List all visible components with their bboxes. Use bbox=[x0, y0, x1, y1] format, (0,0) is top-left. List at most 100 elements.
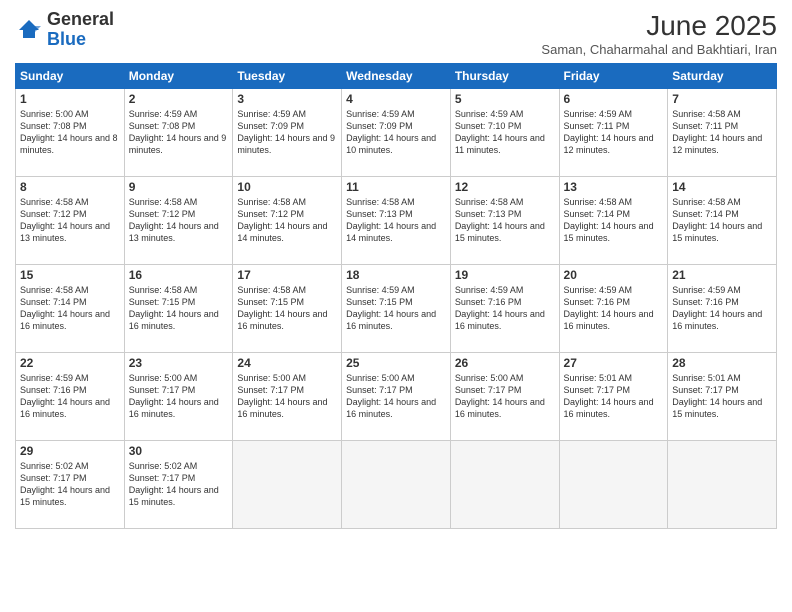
day-number: 5 bbox=[455, 92, 555, 106]
cell-info: Sunrise: 5:00 AMSunset: 7:17 PMDaylight:… bbox=[129, 372, 229, 421]
calendar-cell: 10 Sunrise: 4:58 AMSunset: 7:12 PMDaylig… bbox=[233, 177, 342, 265]
cell-info: Sunrise: 4:58 AMSunset: 7:11 PMDaylight:… bbox=[672, 108, 772, 157]
calendar-cell: 20 Sunrise: 4:59 AMSunset: 7:16 PMDaylig… bbox=[559, 265, 668, 353]
calendar-cell bbox=[233, 441, 342, 529]
calendar-cell: 14 Sunrise: 4:58 AMSunset: 7:14 PMDaylig… bbox=[668, 177, 777, 265]
cell-info: Sunrise: 4:58 AMSunset: 7:12 PMDaylight:… bbox=[20, 196, 120, 245]
day-number: 11 bbox=[346, 180, 446, 194]
day-number: 3 bbox=[237, 92, 337, 106]
cell-info: Sunrise: 4:58 AMSunset: 7:14 PMDaylight:… bbox=[672, 196, 772, 245]
day-number: 13 bbox=[564, 180, 664, 194]
day-number: 25 bbox=[346, 356, 446, 370]
calendar-cell: 3 Sunrise: 4:59 AMSunset: 7:09 PMDayligh… bbox=[233, 89, 342, 177]
calendar-cell: 12 Sunrise: 4:58 AMSunset: 7:13 PMDaylig… bbox=[450, 177, 559, 265]
day-number: 6 bbox=[564, 92, 664, 106]
calendar-cell bbox=[559, 441, 668, 529]
cell-info: Sunrise: 4:58 AMSunset: 7:15 PMDaylight:… bbox=[129, 284, 229, 333]
header: General Blue June 2025 Saman, Chaharmaha… bbox=[15, 10, 777, 57]
calendar-cell: 17 Sunrise: 4:58 AMSunset: 7:15 PMDaylig… bbox=[233, 265, 342, 353]
cell-info: Sunrise: 4:58 AMSunset: 7:14 PMDaylight:… bbox=[564, 196, 664, 245]
calendar-cell: 5 Sunrise: 4:59 AMSunset: 7:10 PMDayligh… bbox=[450, 89, 559, 177]
cell-info: Sunrise: 4:59 AMSunset: 7:10 PMDaylight:… bbox=[455, 108, 555, 157]
cell-info: Sunrise: 5:00 AMSunset: 7:17 PMDaylight:… bbox=[455, 372, 555, 421]
calendar-cell: 4 Sunrise: 4:59 AMSunset: 7:09 PMDayligh… bbox=[342, 89, 451, 177]
calendar-cell: 30 Sunrise: 5:02 AMSunset: 7:17 PMDaylig… bbox=[124, 441, 233, 529]
day-number: 22 bbox=[20, 356, 120, 370]
cell-info: Sunrise: 4:59 AMSunset: 7:16 PMDaylight:… bbox=[564, 284, 664, 333]
day-number: 10 bbox=[237, 180, 337, 194]
day-number: 20 bbox=[564, 268, 664, 282]
calendar-cell: 16 Sunrise: 4:58 AMSunset: 7:15 PMDaylig… bbox=[124, 265, 233, 353]
col-wednesday: Wednesday bbox=[342, 64, 451, 89]
col-friday: Friday bbox=[559, 64, 668, 89]
calendar-cell: 18 Sunrise: 4:59 AMSunset: 7:15 PMDaylig… bbox=[342, 265, 451, 353]
calendar-cell: 15 Sunrise: 4:58 AMSunset: 7:14 PMDaylig… bbox=[16, 265, 125, 353]
cell-info: Sunrise: 4:58 AMSunset: 7:14 PMDaylight:… bbox=[20, 284, 120, 333]
logo-icon bbox=[15, 16, 43, 44]
cell-info: Sunrise: 5:02 AMSunset: 7:17 PMDaylight:… bbox=[129, 460, 229, 509]
cell-info: Sunrise: 4:59 AMSunset: 7:09 PMDaylight:… bbox=[346, 108, 446, 157]
cell-info: Sunrise: 5:02 AMSunset: 7:17 PMDaylight:… bbox=[20, 460, 120, 509]
day-number: 2 bbox=[129, 92, 229, 106]
calendar-cell: 28 Sunrise: 5:01 AMSunset: 7:17 PMDaylig… bbox=[668, 353, 777, 441]
cell-info: Sunrise: 5:00 AMSunset: 7:17 PMDaylight:… bbox=[346, 372, 446, 421]
location: Saman, Chaharmahal and Bakhtiari, Iran bbox=[541, 42, 777, 57]
cell-info: Sunrise: 5:00 AMSunset: 7:08 PMDaylight:… bbox=[20, 108, 120, 157]
cell-info: Sunrise: 4:59 AMSunset: 7:16 PMDaylight:… bbox=[455, 284, 555, 333]
calendar-cell: 25 Sunrise: 5:00 AMSunset: 7:17 PMDaylig… bbox=[342, 353, 451, 441]
day-number: 18 bbox=[346, 268, 446, 282]
day-number: 15 bbox=[20, 268, 120, 282]
col-saturday: Saturday bbox=[668, 64, 777, 89]
day-number: 1 bbox=[20, 92, 120, 106]
col-thursday: Thursday bbox=[450, 64, 559, 89]
calendar-cell: 21 Sunrise: 4:59 AMSunset: 7:16 PMDaylig… bbox=[668, 265, 777, 353]
cell-info: Sunrise: 4:58 AMSunset: 7:13 PMDaylight:… bbox=[346, 196, 446, 245]
cell-info: Sunrise: 4:58 AMSunset: 7:13 PMDaylight:… bbox=[455, 196, 555, 245]
calendar-table: Sunday Monday Tuesday Wednesday Thursday… bbox=[15, 63, 777, 529]
month-year: June 2025 bbox=[541, 10, 777, 42]
day-number: 9 bbox=[129, 180, 229, 194]
day-number: 14 bbox=[672, 180, 772, 194]
logo-general-text: General bbox=[47, 9, 114, 29]
cell-info: Sunrise: 4:58 AMSunset: 7:12 PMDaylight:… bbox=[237, 196, 337, 245]
day-number: 7 bbox=[672, 92, 772, 106]
day-number: 26 bbox=[455, 356, 555, 370]
cell-info: Sunrise: 4:59 AMSunset: 7:09 PMDaylight:… bbox=[237, 108, 337, 157]
day-number: 16 bbox=[129, 268, 229, 282]
calendar-cell: 8 Sunrise: 4:58 AMSunset: 7:12 PMDayligh… bbox=[16, 177, 125, 265]
day-number: 4 bbox=[346, 92, 446, 106]
day-number: 21 bbox=[672, 268, 772, 282]
logo-blue-text: Blue bbox=[47, 29, 86, 49]
calendar-cell: 6 Sunrise: 4:59 AMSunset: 7:11 PMDayligh… bbox=[559, 89, 668, 177]
title-block: June 2025 Saman, Chaharmahal and Bakhtia… bbox=[541, 10, 777, 57]
calendar-week-5: 29 Sunrise: 5:02 AMSunset: 7:17 PMDaylig… bbox=[16, 441, 777, 529]
calendar-cell: 11 Sunrise: 4:58 AMSunset: 7:13 PMDaylig… bbox=[342, 177, 451, 265]
cell-info: Sunrise: 4:59 AMSunset: 7:16 PMDaylight:… bbox=[20, 372, 120, 421]
calendar-cell: 7 Sunrise: 4:58 AMSunset: 7:11 PMDayligh… bbox=[668, 89, 777, 177]
calendar-header-row: Sunday Monday Tuesday Wednesday Thursday… bbox=[16, 64, 777, 89]
cell-info: Sunrise: 5:01 AMSunset: 7:17 PMDaylight:… bbox=[564, 372, 664, 421]
calendar-cell: 29 Sunrise: 5:02 AMSunset: 7:17 PMDaylig… bbox=[16, 441, 125, 529]
calendar-cell: 19 Sunrise: 4:59 AMSunset: 7:16 PMDaylig… bbox=[450, 265, 559, 353]
day-number: 30 bbox=[129, 444, 229, 458]
cell-info: Sunrise: 4:59 AMSunset: 7:15 PMDaylight:… bbox=[346, 284, 446, 333]
day-number: 27 bbox=[564, 356, 664, 370]
calendar-week-1: 1 Sunrise: 5:00 AMSunset: 7:08 PMDayligh… bbox=[16, 89, 777, 177]
calendar-cell: 27 Sunrise: 5:01 AMSunset: 7:17 PMDaylig… bbox=[559, 353, 668, 441]
day-number: 28 bbox=[672, 356, 772, 370]
day-number: 19 bbox=[455, 268, 555, 282]
day-number: 8 bbox=[20, 180, 120, 194]
logo: General Blue bbox=[15, 10, 114, 50]
col-monday: Monday bbox=[124, 64, 233, 89]
day-number: 24 bbox=[237, 356, 337, 370]
calendar-cell: 24 Sunrise: 5:00 AMSunset: 7:17 PMDaylig… bbox=[233, 353, 342, 441]
cell-info: Sunrise: 5:01 AMSunset: 7:17 PMDaylight:… bbox=[672, 372, 772, 421]
calendar-cell: 26 Sunrise: 5:00 AMSunset: 7:17 PMDaylig… bbox=[450, 353, 559, 441]
cell-info: Sunrise: 4:59 AMSunset: 7:08 PMDaylight:… bbox=[129, 108, 229, 157]
col-tuesday: Tuesday bbox=[233, 64, 342, 89]
day-number: 29 bbox=[20, 444, 120, 458]
calendar-cell bbox=[342, 441, 451, 529]
calendar-week-4: 22 Sunrise: 4:59 AMSunset: 7:16 PMDaylig… bbox=[16, 353, 777, 441]
calendar-cell: 9 Sunrise: 4:58 AMSunset: 7:12 PMDayligh… bbox=[124, 177, 233, 265]
calendar-cell: 2 Sunrise: 4:59 AMSunset: 7:08 PMDayligh… bbox=[124, 89, 233, 177]
